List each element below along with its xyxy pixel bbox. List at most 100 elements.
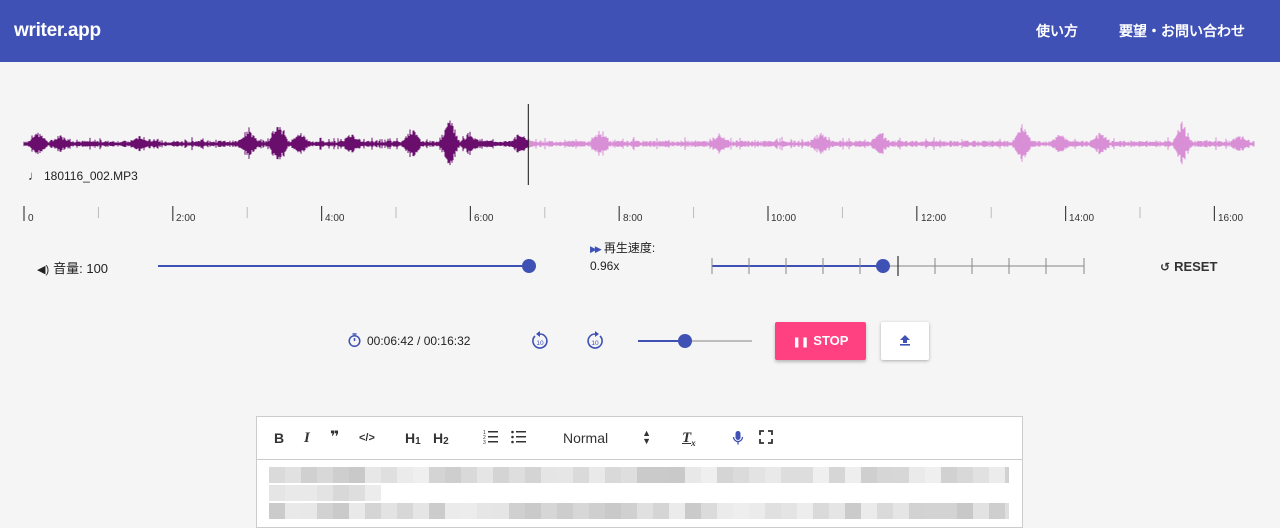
timeline-ruler[interactable]: 0 2:00 4:00 6:00 8:00 10:00 12:00 14:00 … xyxy=(0,200,1280,230)
blurred-text-block xyxy=(749,467,765,483)
volume-thumb[interactable] xyxy=(522,259,536,273)
clear-sub: x xyxy=(691,438,696,448)
h2-letter: H xyxy=(433,430,444,446)
blurred-text-block xyxy=(621,503,637,519)
blurred-text-block xyxy=(957,467,973,483)
blurred-text-block xyxy=(461,467,477,483)
replay-10-icon[interactable]: 10 xyxy=(530,331,550,351)
microphone-icon[interactable] xyxy=(732,430,744,446)
select-caret-icon: ▲ ▼ xyxy=(642,428,651,446)
blurred-text-block xyxy=(477,503,493,519)
volume-slider[interactable] xyxy=(150,256,545,276)
waveform-canvas[interactable] xyxy=(0,62,1280,192)
italic-button[interactable]: I xyxy=(304,430,310,447)
bullet-list-icon[interactable] xyxy=(511,429,527,445)
clear-format-button[interactable]: Tx xyxy=(682,430,696,448)
stop-label: STOP xyxy=(813,333,849,348)
blurred-text-block xyxy=(845,467,861,483)
blurred-text-block xyxy=(861,503,877,519)
blockquote-button[interactable]: ❞ xyxy=(330,427,339,447)
blurred-text-block xyxy=(829,467,845,483)
seek-slider[interactable] xyxy=(632,331,757,351)
blurred-text-block xyxy=(445,503,461,519)
blurred-text-block xyxy=(413,467,429,483)
blurred-text-block xyxy=(397,503,413,519)
fullscreen-icon[interactable] xyxy=(759,430,773,444)
blurred-text-block xyxy=(269,485,285,501)
blurred-text-block xyxy=(669,503,685,519)
blurred-text-block xyxy=(541,503,557,519)
blurred-text-block xyxy=(573,467,589,483)
editor-content[interactable] xyxy=(269,465,1009,528)
blurred-text-block xyxy=(557,467,573,483)
blurred-text-block xyxy=(877,467,893,483)
blurred-text-block xyxy=(637,503,653,519)
volume-text: 音量: 100 xyxy=(53,261,109,276)
ordered-list-icon[interactable]: 1 2 3 xyxy=(483,429,499,445)
volume-label: ◀) 音量: 100 xyxy=(37,258,108,277)
blurred-text-block xyxy=(285,485,301,501)
blurred-text-block xyxy=(717,503,733,519)
blurred-text-block xyxy=(429,467,445,483)
blurred-text-block xyxy=(557,503,573,519)
code-button[interactable]: </> xyxy=(359,432,375,444)
blurred-text-block xyxy=(365,503,381,519)
upload-button[interactable] xyxy=(881,322,929,360)
format-select[interactable]: Normal ▲ ▼ xyxy=(563,428,651,447)
bold-button[interactable]: B xyxy=(274,430,284,446)
blurred-text xyxy=(269,467,1009,519)
blurred-text-block xyxy=(589,503,605,519)
heading-2-button[interactable]: H2 xyxy=(433,430,449,447)
blurred-text-block xyxy=(701,467,717,483)
speed-title: 再生速度: xyxy=(603,241,656,255)
blurred-text-block xyxy=(717,467,733,483)
blurred-text-block xyxy=(909,503,925,519)
stop-button[interactable]: ❚❚ STOP xyxy=(775,322,866,360)
format-value: Normal xyxy=(563,430,609,446)
blurred-text-block xyxy=(765,503,781,519)
seek-thumb[interactable] xyxy=(678,334,692,348)
clear-letter: T xyxy=(682,430,692,446)
blurred-text-block xyxy=(653,467,669,483)
blurred-text-block xyxy=(365,467,381,483)
nav-contact[interactable]: 要望・お問い合わせ xyxy=(1119,21,1245,41)
blurred-text-block xyxy=(333,503,349,519)
timeline-label: 10:00 xyxy=(771,213,797,224)
blurred-text-block xyxy=(957,503,973,519)
blurred-text-block xyxy=(845,503,861,519)
timeline-label: 16:00 xyxy=(1218,213,1244,224)
fast-forward-icon: ▶▶ xyxy=(590,244,602,254)
blurred-text-block xyxy=(493,503,509,519)
blurred-text-block xyxy=(573,503,589,519)
speed-thumb[interactable] xyxy=(876,259,890,273)
nav-how-to-use[interactable]: 使い方 xyxy=(1036,21,1078,41)
blurred-text-block xyxy=(813,467,829,483)
text-editor[interactable]: B I ❞ </> H1 H2 1 2 3 Normal ▲ ▼ Tx xyxy=(256,416,1023,528)
waveform[interactable] xyxy=(0,62,1280,192)
forward-10-icon[interactable]: 10 xyxy=(585,331,605,351)
app-logo[interactable]: writer.app xyxy=(14,20,101,42)
timeline-label: 8:00 xyxy=(623,213,643,224)
blurred-text-block xyxy=(653,503,669,519)
blurred-text-block xyxy=(445,467,461,483)
time-display: 00:06:42 / 00:16:32 xyxy=(348,333,470,348)
speed-slider[interactable] xyxy=(705,256,1095,276)
heading-1-button[interactable]: H1 xyxy=(405,430,421,447)
timeline-label: 12:00 xyxy=(921,213,947,224)
blurred-text-block xyxy=(861,467,877,483)
waveform-unplayed xyxy=(528,121,1255,165)
blurred-text-block xyxy=(925,467,941,483)
blurred-text-block xyxy=(381,467,397,483)
blurred-text-block xyxy=(1005,467,1009,483)
time-text: 00:06:42 / 00:16:32 xyxy=(367,334,471,348)
blurred-text-block xyxy=(269,467,285,483)
blurred-text-block xyxy=(605,467,621,483)
blurred-text-block xyxy=(589,467,605,483)
file-name: 180116_002.MP3 xyxy=(44,169,138,183)
reset-button[interactable]: ↺ RESET xyxy=(1160,259,1217,274)
blurred-text-block xyxy=(925,503,941,519)
timeline-label: 4:00 xyxy=(325,213,345,224)
blurred-text-block xyxy=(381,503,397,519)
blurred-text-block xyxy=(749,503,765,519)
blurred-text-block xyxy=(525,503,541,519)
